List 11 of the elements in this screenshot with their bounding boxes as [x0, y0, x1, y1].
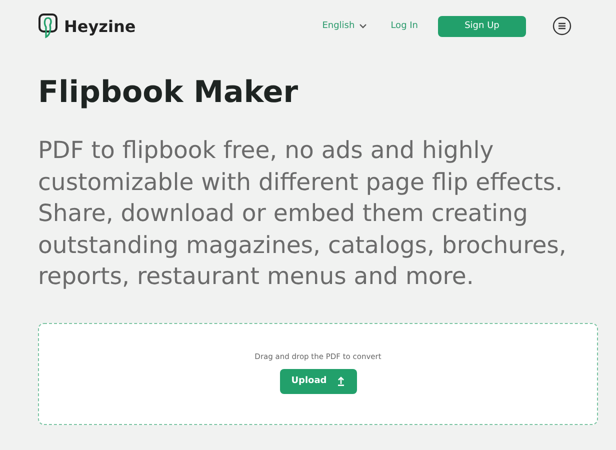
menu-icon[interactable] [552, 16, 572, 36]
chevron-down-icon [358, 23, 367, 29]
description-text: PDF to flipbook free, no ads and highly customizable with different page flip effects. Share, download or embed them creating outstanding magazines, catalogs, brochures, reports, restaurant menus and more. [38, 135, 568, 292]
language-selector[interactable]: English [322, 21, 367, 31]
upload-icon [336, 376, 345, 386]
upload-button[interactable]: Upload [280, 368, 356, 394]
login-link[interactable]: Log In [390, 21, 418, 31]
page-title: Flipbook Maker [38, 75, 300, 111]
brand-name: Heyzine [64, 16, 136, 36]
logo-icon [38, 13, 58, 39]
signup-button[interactable]: Sign Up [438, 16, 526, 36]
